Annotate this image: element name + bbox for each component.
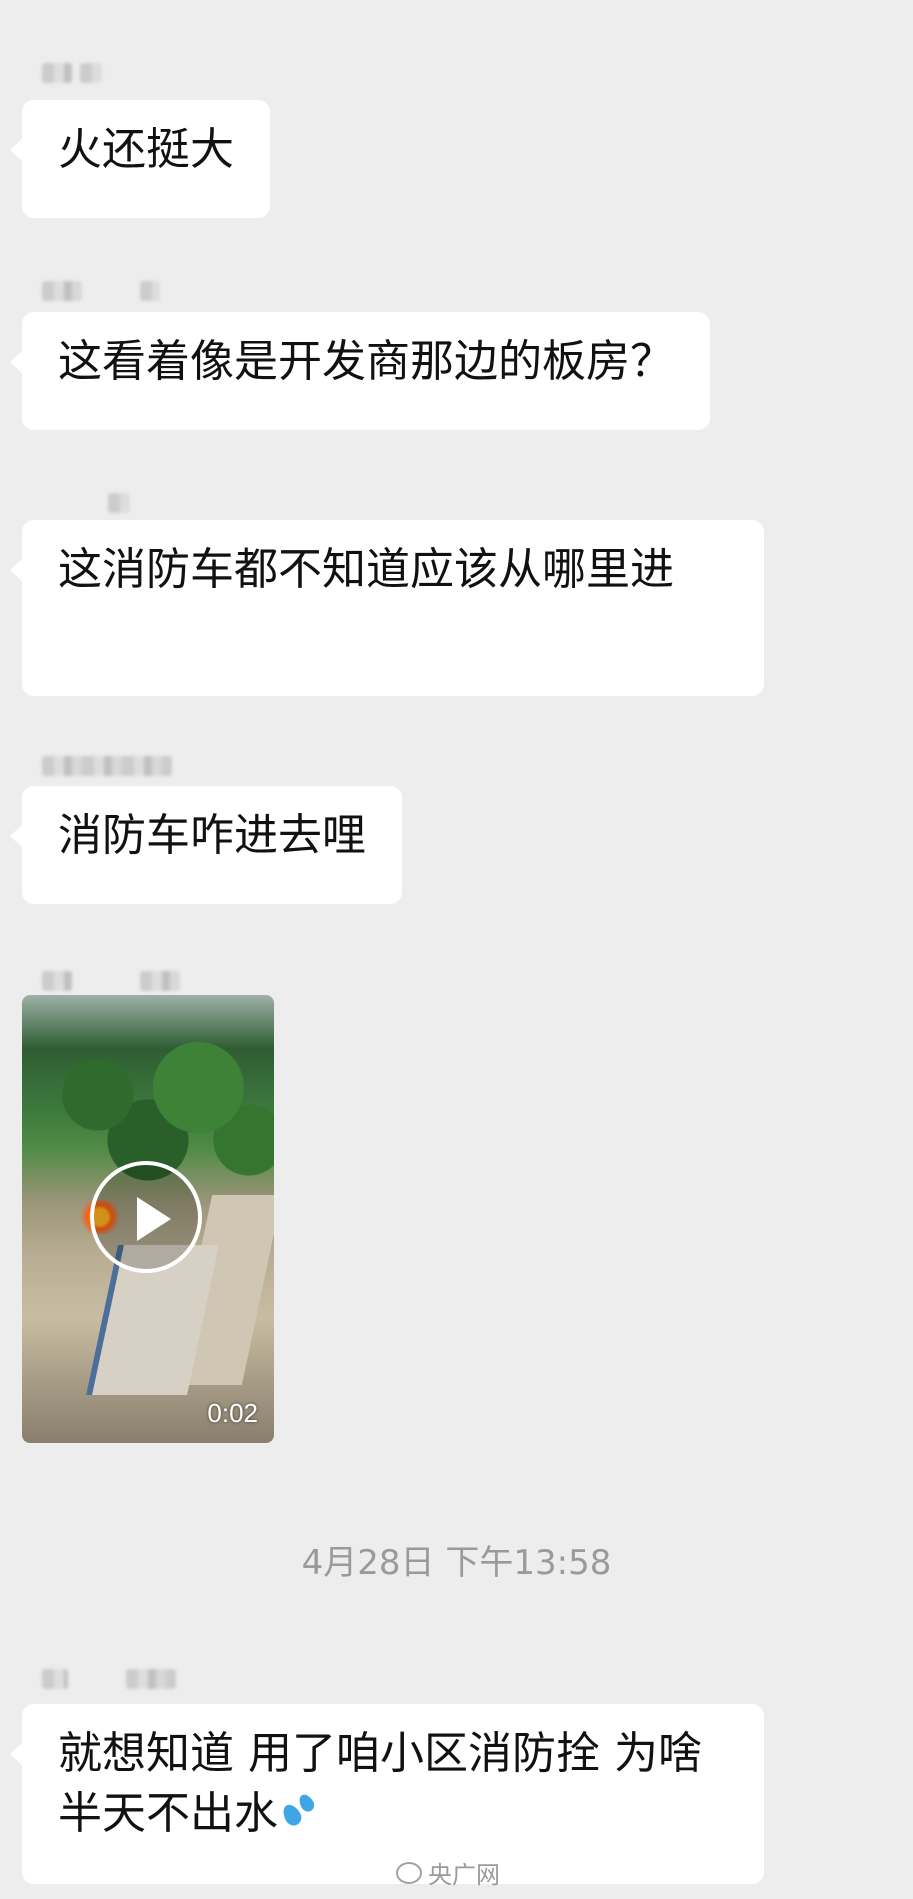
sender-name-blurred bbox=[42, 970, 180, 992]
video-message[interactable]: 0:02 bbox=[22, 995, 274, 1443]
chat-area[interactable]: 火还挺大 这看着像是开发商那边的板房？ 这消防车都不知道应该从哪里进 消防车咋进… bbox=[0, 0, 913, 1899]
chat-timestamp: 4月28日 下午13:58 bbox=[301, 1543, 612, 1583]
play-icon[interactable] bbox=[90, 1161, 202, 1273]
blurred-name-segment bbox=[108, 493, 130, 513]
blurred-name-segment bbox=[42, 971, 72, 991]
blurred-name-segment bbox=[42, 281, 82, 301]
weibo-logo-icon bbox=[396, 1861, 422, 1884]
message-text: 就想知道 用了咱小区消防拴 为啥半天不出水 bbox=[58, 1728, 702, 1839]
message-bubble[interactable]: 这消防车都不知道应该从哪里进 bbox=[10, 520, 764, 696]
message-bubble[interactable]: 这看着像是开发商那边的板房？ bbox=[10, 312, 710, 430]
blurred-name-segment bbox=[140, 281, 160, 301]
message-text: 消防车咋进去哩 bbox=[58, 810, 366, 861]
blurred-name-segment bbox=[42, 1669, 68, 1689]
message-text: 这看着像是开发商那边的板房？ bbox=[58, 336, 674, 387]
sender-name-blurred bbox=[42, 1668, 176, 1690]
message-text: 火还挺大 bbox=[58, 124, 234, 175]
message-bubble[interactable]: 就想知道 用了咱小区消防拴 为啥半天不出水 bbox=[10, 1704, 764, 1884]
blurred-name-segment bbox=[140, 971, 180, 991]
message-bubble[interactable]: 火还挺大 bbox=[10, 100, 270, 218]
message-text: 这消防车都不知道应该从哪里进 bbox=[58, 544, 674, 595]
sender-name-blurred bbox=[42, 755, 172, 777]
sweat-droplets-icon bbox=[278, 1790, 322, 1834]
blurred-name-segment bbox=[42, 756, 172, 776]
sender-name-blurred bbox=[42, 492, 130, 514]
blurred-name-segment bbox=[80, 63, 102, 83]
video-duration: 0:02 bbox=[207, 1398, 258, 1428]
watermark-text: 央广网 bbox=[428, 1861, 500, 1889]
blurred-name-segment bbox=[42, 63, 72, 83]
watermark: 央广网 bbox=[396, 1855, 500, 1890]
sender-name-blurred bbox=[42, 280, 160, 302]
sender-name-blurred bbox=[42, 62, 102, 84]
blurred-name-segment bbox=[126, 1669, 176, 1689]
message-bubble[interactable]: 消防车咋进去哩 bbox=[10, 786, 402, 904]
